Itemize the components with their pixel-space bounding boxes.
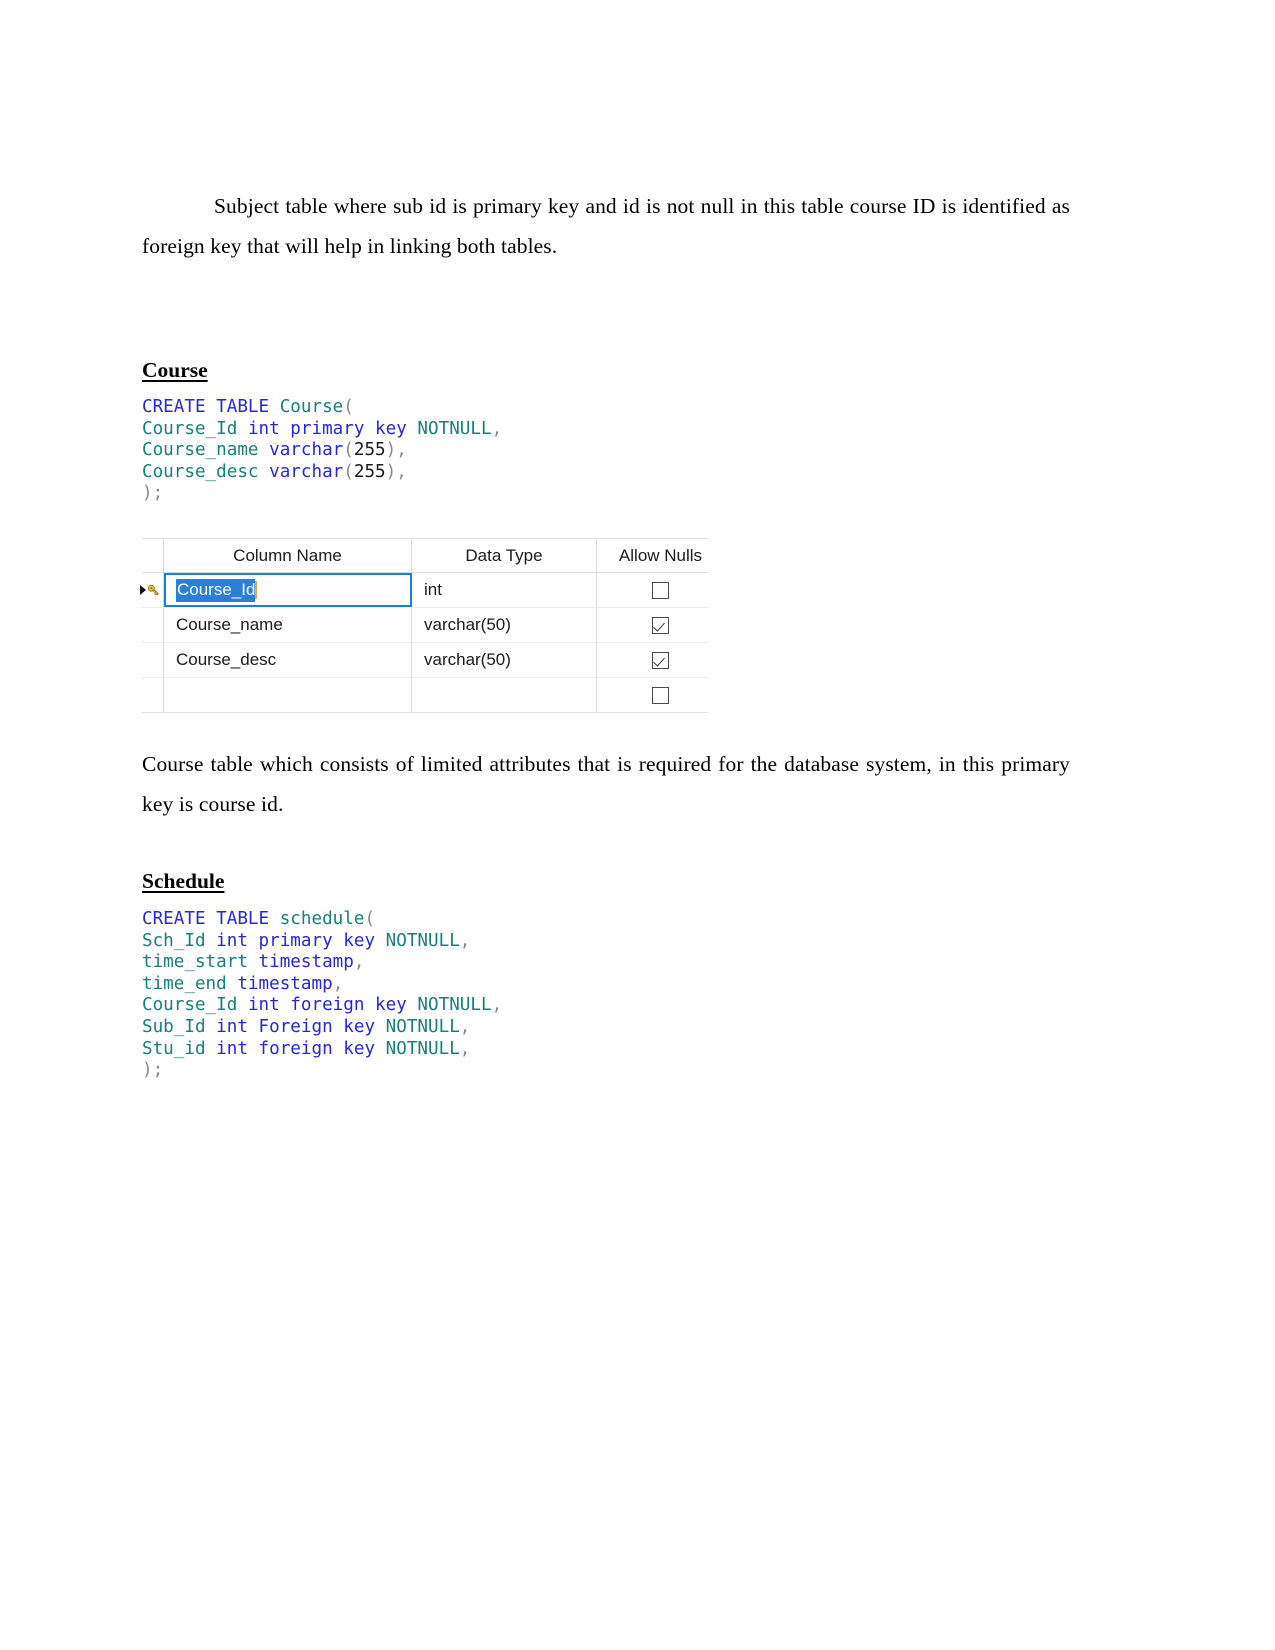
sql-punctuation: ),	[385, 440, 407, 461]
sql-punctuation: );	[142, 483, 164, 504]
allow-nulls-cell[interactable]	[597, 643, 724, 677]
code-line: time_end timestamp,	[142, 974, 343, 994]
sql-punctuation: ,	[491, 418, 503, 439]
course-sql-code-block: CREATE TABLE Course( Course_Id int prima…	[142, 397, 502, 505]
sql-keyword: int foreign key	[247, 995, 407, 1016]
sql-identifier: NOTNULL	[417, 995, 492, 1016]
sql-keyword: int primary key	[216, 930, 376, 951]
sql-keyword: varchar	[269, 440, 344, 461]
sql-punctuation: ,	[353, 952, 365, 973]
grid-header-row: Column Name Data Type Allow Nulls	[142, 538, 708, 573]
sql-punctuation: (	[364, 909, 376, 929]
primary-key-icon	[147, 584, 159, 596]
sql-identifier: NOTNULL	[385, 1038, 460, 1059]
allow-nulls-checkbox[interactable]	[652, 581, 669, 599]
column-name-cell[interactable]	[164, 678, 412, 712]
sql-punctuation: ,	[459, 1038, 471, 1059]
data-type-cell[interactable]: varchar(50)	[412, 643, 597, 677]
column-name-value: Course_Id	[176, 578, 256, 602]
grid-header-gutter	[142, 539, 164, 572]
sql-identifier: Course	[279, 397, 344, 417]
row-selector[interactable]	[140, 573, 164, 607]
document-page: Subject table where sub id is primary ke…	[0, 0, 1275, 1650]
current-row-arrow-icon	[140, 585, 146, 595]
allow-nulls-cell[interactable]	[597, 608, 724, 642]
data-type-cell[interactable]: int	[412, 573, 597, 607]
sql-punctuation: ,	[459, 1016, 471, 1037]
allow-nulls-checkbox[interactable]	[652, 616, 669, 634]
allow-nulls-cell[interactable]	[597, 678, 724, 712]
section-heading-schedule: Schedule	[142, 869, 225, 893]
sql-identifier: schedule	[279, 909, 365, 929]
sql-punctuation: );	[142, 1060, 164, 1081]
data-type-cell[interactable]: varchar(50)	[412, 608, 597, 642]
course-description-paragraph: Course table which consists of limited a…	[142, 752, 1070, 816]
text-caret	[255, 581, 258, 599]
sql-punctuation: (	[343, 397, 354, 417]
code-line: Sub_Id int Foreign key NOTNULL,	[142, 1017, 470, 1037]
table-row[interactable]: Course_desc varchar(50)	[142, 643, 708, 678]
column-name-cell[interactable]: Course_Id	[164, 573, 412, 607]
sql-keyword: timestamp	[237, 973, 333, 994]
code-line: Sch_Id int primary key NOTNULL,	[142, 931, 470, 951]
code-line: );	[142, 483, 163, 503]
code-line: );	[142, 1060, 163, 1080]
table-row[interactable]: Course_name varchar(50)	[142, 608, 708, 643]
code-line: CREATE TABLE Course(	[142, 397, 354, 417]
intro-paragraph: Subject table where sub id is primary ke…	[142, 194, 1070, 258]
sql-punctuation: ,	[491, 995, 503, 1016]
schedule-sql-code-block: CREATE TABLE schedule( Sch_Id int primar…	[142, 909, 502, 1082]
sql-keyword: int primary key	[247, 418, 407, 439]
sql-punctuation: ,	[459, 930, 471, 951]
sql-identifier: Course_name	[142, 440, 259, 461]
code-line: Course_Id int primary key NOTNULL,	[142, 419, 502, 439]
grid-header-data-type[interactable]: Data Type	[412, 539, 597, 572]
sql-identifier: time_start	[142, 952, 248, 973]
sql-keyword: int foreign key	[216, 1038, 376, 1059]
sql-keyword: int Foreign key	[216, 1016, 376, 1037]
table-row[interactable]	[142, 678, 708, 713]
sql-identifier: Sch_Id	[142, 930, 206, 951]
sql-identifier: NOTNULL	[385, 930, 460, 951]
row-selector[interactable]	[142, 678, 164, 712]
sql-identifier: Course_Id	[142, 995, 238, 1016]
sql-identifier: NOTNULL	[417, 418, 492, 439]
section-heading-course: Course	[142, 358, 208, 382]
code-line: Course_name varchar(255),	[142, 440, 407, 460]
sql-keyword: timestamp	[258, 952, 354, 973]
sql-keyword: CREATE TABLE	[142, 909, 270, 929]
sql-identifier: Course_Id	[142, 418, 238, 439]
sql-number: 255	[353, 461, 386, 482]
sql-punctuation: (	[343, 461, 354, 482]
code-line: time_start timestamp,	[142, 952, 364, 972]
sql-identifier: Stu_id	[142, 1038, 206, 1059]
row-selector[interactable]	[142, 608, 164, 642]
table-designer-grid[interactable]: Column Name Data Type Allow Nulls Course…	[140, 538, 708, 713]
row-indicator	[140, 583, 161, 597]
grid-header-allow-nulls[interactable]: Allow Nulls	[597, 539, 724, 572]
code-line: Course_Id int foreign key NOTNULL,	[142, 995, 502, 1015]
sql-identifier: Course_desc	[142, 461, 259, 482]
allow-nulls-checkbox[interactable]	[652, 651, 669, 669]
sql-identifier: NOTNULL	[385, 1016, 460, 1037]
column-name-cell[interactable]: Course_desc	[164, 643, 412, 677]
sql-punctuation: ),	[385, 461, 407, 482]
code-line: Stu_id int foreign key NOTNULL,	[142, 1039, 470, 1059]
sql-punctuation: (	[343, 440, 354, 461]
code-line: Course_desc varchar(255),	[142, 462, 407, 482]
sql-keyword: varchar	[269, 461, 344, 482]
grid-header-column-name[interactable]: Column Name	[164, 539, 412, 572]
column-name-cell[interactable]: Course_name	[164, 608, 412, 642]
code-line: CREATE TABLE schedule(	[142, 909, 375, 929]
sql-identifier: Sub_Id	[142, 1016, 206, 1037]
sql-keyword: CREATE TABLE	[142, 397, 270, 417]
sql-number: 255	[353, 440, 386, 461]
sql-identifier: time_end	[142, 973, 227, 994]
table-row[interactable]: Course_Id int	[140, 573, 708, 608]
allow-nulls-checkbox[interactable]	[652, 686, 669, 704]
data-type-cell[interactable]	[412, 678, 597, 712]
allow-nulls-cell[interactable]	[597, 573, 724, 607]
sql-punctuation: ,	[332, 973, 344, 994]
row-selector[interactable]	[142, 643, 164, 677]
